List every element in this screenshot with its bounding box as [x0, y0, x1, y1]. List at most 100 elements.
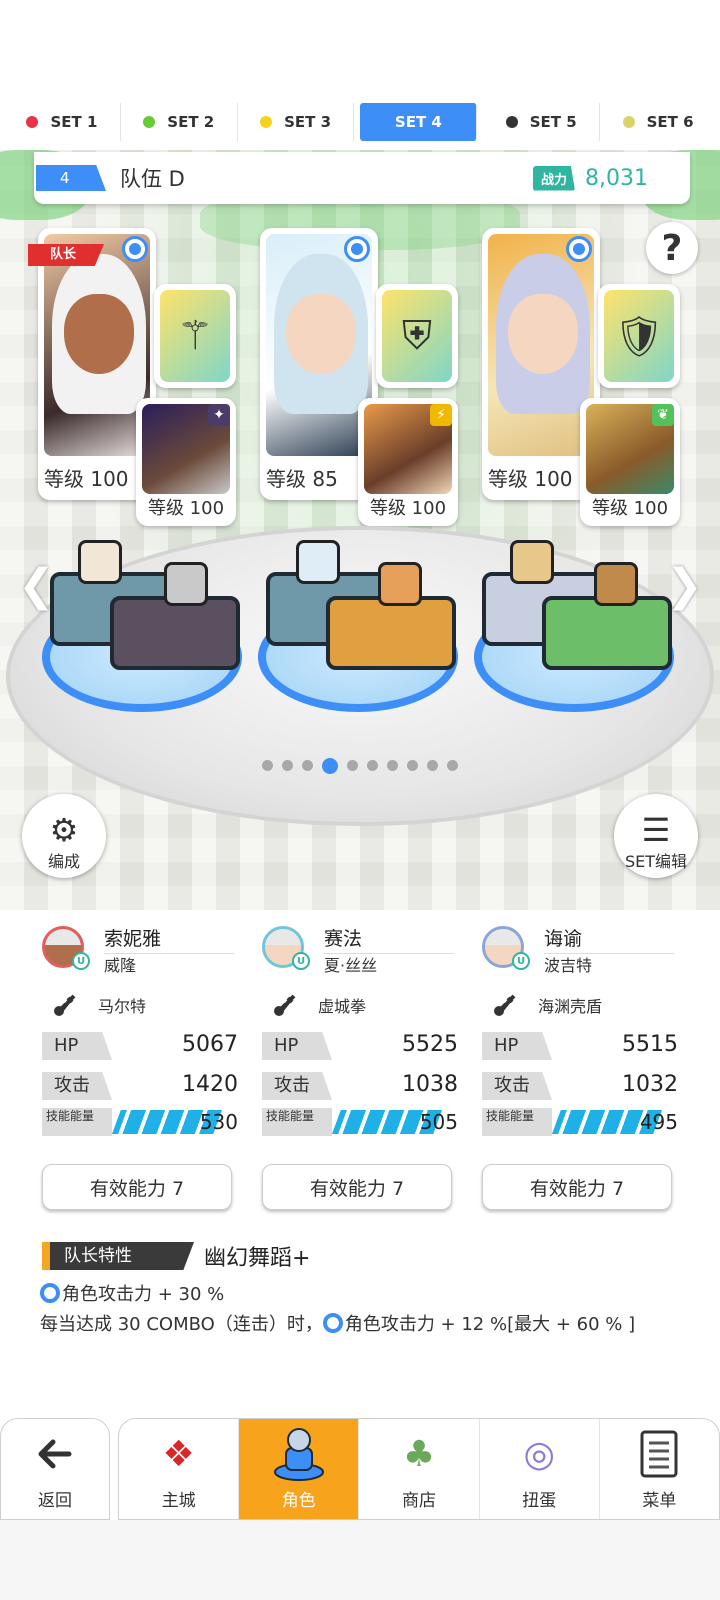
sub-character-3[interactable]: ❦ 等级 100 — [580, 398, 680, 526]
character-icon — [271, 1426, 327, 1482]
skill-label: 技能能量 — [262, 1108, 332, 1136]
ability-button[interactable]: 有效能力 7 — [42, 1164, 232, 1210]
team-scene: 4 队伍 D 战力 8,031 ? 等级 100 队长 等级 85 等级 100… — [0, 150, 720, 910]
nav-label: 扭蛋 — [522, 1491, 557, 1511]
hp-row: HP 5067 — [42, 1032, 238, 1062]
equipment-slot-2[interactable]: ⛨ — [376, 284, 458, 388]
weapon-name: 虚城拳 — [318, 997, 367, 1016]
team-name[interactable]: 队伍 D — [120, 163, 185, 193]
character-portrait — [44, 234, 150, 456]
character-level: 等级 85 — [266, 467, 338, 491]
selected-check-icon[interactable] — [344, 236, 370, 262]
tab-label: SET 1 — [50, 113, 98, 131]
page-dot-active[interactable] — [322, 758, 338, 774]
nav-shop[interactable]: ♣ 商店 — [359, 1419, 480, 1519]
tab-set-2[interactable]: SET 2 — [121, 103, 238, 141]
tab-label: SET 6 — [646, 113, 694, 131]
page-dot[interactable] — [262, 760, 273, 771]
character-title: 波吉特 — [544, 956, 593, 975]
page-dot[interactable] — [387, 760, 398, 771]
skill-value: 530 — [199, 1110, 238, 1134]
prev-arrow-icon[interactable]: ❮ — [18, 560, 55, 611]
atk-label: 攻击 — [42, 1072, 112, 1100]
next-arrow-icon[interactable]: ❯ — [666, 560, 703, 611]
unit-badge-icon: U — [72, 952, 90, 970]
character-level: 等级 100 — [44, 467, 129, 491]
page-dot[interactable] — [347, 760, 358, 771]
skill-value: 505 — [419, 1110, 458, 1134]
nav-label: 商店 — [402, 1491, 436, 1511]
ability-button[interactable]: 有效能力 7 — [262, 1164, 452, 1210]
weapon-row: 马尔特 — [50, 990, 146, 1020]
atk-row: 攻击 1420 — [42, 1072, 238, 1102]
chibi-unit — [594, 562, 638, 606]
character-level: 等级 100 — [488, 467, 573, 491]
tab-set-5[interactable]: SET 5 — [483, 103, 601, 141]
selected-check-icon[interactable] — [566, 236, 592, 262]
tab-label: SET 3 — [284, 113, 332, 131]
page-dot[interactable] — [367, 760, 378, 771]
character-name: 诲谕 — [544, 924, 674, 954]
skill-row: 技能能量 495 — [482, 1108, 678, 1138]
tab-set-3[interactable]: SET 3 — [238, 103, 355, 141]
nav-label: 主城 — [161, 1491, 196, 1511]
skill-label: 技能能量 — [482, 1108, 552, 1136]
nav-menu[interactable]: 菜单 — [600, 1419, 719, 1519]
skill-value: 495 — [639, 1110, 678, 1134]
formation-platform: ❮ ❯ — [0, 510, 720, 850]
page-dot[interactable] — [407, 760, 418, 771]
main-nav: ❖ 主城 角色 ♣ 商店 ◎ 扭蛋 菜单 — [118, 1418, 720, 1520]
hp-label: HP — [262, 1032, 332, 1060]
set-6-dot-icon — [622, 116, 635, 128]
equipment-slot-3[interactable]: 🛡 — [598, 284, 680, 388]
nav-castle[interactable]: ❖ 主城 — [119, 1419, 240, 1519]
formation-button[interactable]: ⚙ 编成 — [22, 794, 106, 878]
hp-label: HP — [482, 1032, 552, 1060]
page-indicator — [0, 758, 720, 774]
atk-row: 攻击 1032 — [482, 1072, 678, 1102]
page-dot[interactable] — [302, 760, 313, 771]
page-dot[interactable] — [427, 760, 438, 771]
stats-panel: U 索妮雅 威隆 马尔特 HP 5067 攻击 1420 技能能量 530 有效… — [0, 910, 720, 1380]
hp-label: HP — [42, 1032, 112, 1060]
nav-gacha[interactable]: ◎ 扭蛋 — [480, 1419, 600, 1519]
atk-value: 1032 — [622, 1072, 678, 1097]
back-arrow-icon — [27, 1426, 83, 1482]
effect-text: 角色攻击力 + 30 % — [62, 1284, 225, 1305]
chibi-unit — [78, 540, 122, 584]
back-button[interactable]: 返回 — [0, 1418, 110, 1520]
formation-gear-icon: ⚙ — [49, 811, 79, 849]
tab-label: SET 2 — [167, 113, 215, 131]
team-header: 4 队伍 D 战力 8,031 — [34, 152, 690, 204]
nav-character[interactable]: 角色 — [239, 1419, 360, 1519]
list-icon: ☰ — [641, 811, 671, 849]
effect-text: 每当达成 30 COMBO（连击）时， — [40, 1314, 323, 1335]
weapon-name: 海渊壳盾 — [538, 997, 603, 1016]
leader-skill-name: 幽幻舞蹈+ — [204, 1246, 311, 1271]
shop-icon: ♣ — [402, 1433, 436, 1475]
selected-check-icon[interactable] — [122, 236, 148, 262]
leader-skill-row: 队长特性 幽幻舞蹈+ — [42, 1240, 310, 1272]
tab-set-6[interactable]: SET 6 — [600, 103, 716, 141]
dark-element-icon: ✦ — [208, 404, 230, 426]
tab-set-4[interactable]: SET 4 — [360, 103, 478, 141]
sub-character-1[interactable]: ✦ 等级 100 — [136, 398, 236, 526]
set-edit-button[interactable]: ☰ SET编辑 — [614, 794, 698, 878]
menu-icon — [631, 1426, 687, 1482]
sub-character-2[interactable]: ⚡ 等级 100 — [358, 398, 458, 526]
ability-button[interactable]: 有效能力 7 — [482, 1164, 672, 1210]
page-dot[interactable] — [447, 760, 458, 771]
help-icon[interactable]: ? — [646, 222, 698, 274]
effect-text: 角色攻击力 + 12 %[最大 + 60 % ] — [344, 1314, 636, 1335]
tab-set-1[interactable]: SET 1 — [4, 103, 121, 141]
unit-badge-icon: U — [512, 952, 530, 970]
leader-effect-2: 每当达成 30 COMBO（连击）时， 角色攻击力 + 12 %[最大 + 60… — [40, 1310, 635, 1336]
atk-row: 攻击 1038 — [262, 1072, 458, 1102]
equipment-slot-1[interactable]: ⚚ — [154, 284, 236, 388]
set-edit-label: SET编辑 — [624, 852, 688, 871]
unit-pedestal — [542, 596, 672, 670]
page-dot[interactable] — [282, 760, 293, 771]
power-value: 8,031 — [585, 165, 648, 191]
weapon-row: 海渊壳盾 — [490, 990, 602, 1020]
gauntlet-icon: ⛨ — [402, 313, 432, 359]
